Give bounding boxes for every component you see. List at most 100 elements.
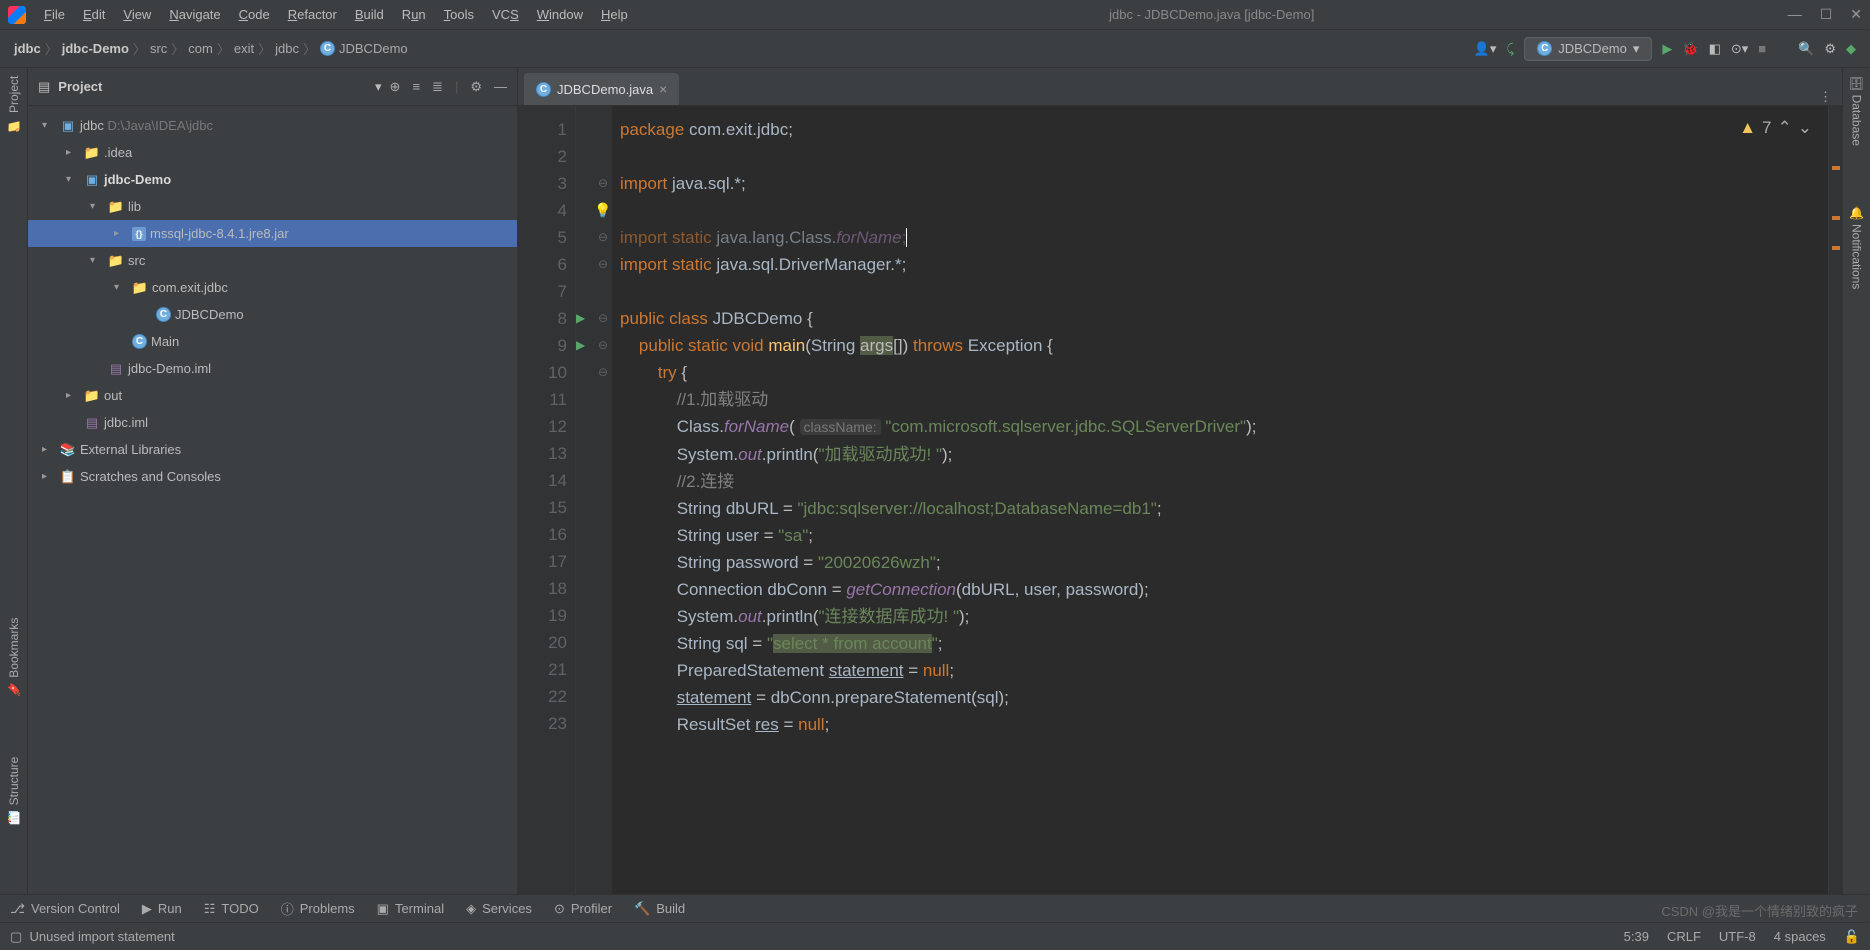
menu-refactor[interactable]: Refactor [280,4,345,25]
status-icon[interactable]: ▢ [10,929,22,945]
editor-area: C JDBCDemo.java × ⋮ 12345678910111213141… [518,68,1842,894]
tree-item[interactable]: C Main [28,328,517,355]
fold-column: ⊖💡⊖⊖ ⊖⊖⊖ [594,106,612,894]
project-tree[interactable]: ▾▣ jdbc D:\Java\IDEA\jdbc▸📁 .idea▾▣ jdbc… [28,106,517,894]
menu-navigate[interactable]: Navigate [161,4,228,25]
user-icon[interactable]: 👤▾ [1474,41,1497,57]
tree-item[interactable]: ▸📋 Scratches and Consoles [28,463,517,490]
tool-structure[interactable]: 📑 Structure [7,757,21,824]
menu-file[interactable]: File [36,4,73,25]
project-header: ▤ Project ▾ ⊕ ≡ ≣ | ⚙ — [28,68,517,106]
stop-button[interactable]: ■ [1758,41,1766,56]
build-icon[interactable]: ⤹ [1506,41,1514,57]
breadcrumb: jdbc〉 jdbc-Demo〉 src〉 com〉 exit〉 jdbc〉 C… [14,39,1474,58]
tree-item[interactable]: ▾▣ jdbc-Demo [28,166,517,193]
tree-item[interactable]: ▸📁 .idea [28,139,517,166]
tree-item[interactable]: C JDBCDemo [28,301,517,328]
menu-tools[interactable]: Tools [436,4,482,25]
tree-item[interactable]: ▾📁 com.exit.jdbc [28,274,517,301]
code-editor[interactable]: 1234567891011121314151617181920212223 ▶▶… [518,106,1842,894]
gutter-marks: ▶▶ [576,106,594,894]
close-button[interactable]: ✕ [1850,6,1862,23]
tool-profiler[interactable]: ⊙Profiler [554,901,612,917]
tree-item[interactable]: ▸{} mssql-jdbc-8.4.1.jre8.jar [28,220,517,247]
dropdown-icon[interactable]: ▾ [375,79,382,95]
tool-todo[interactable]: ☷TODO [204,901,259,917]
editor-tab[interactable]: C JDBCDemo.java × [524,73,679,105]
tool-build[interactable]: 🔨Build [634,901,685,917]
class-icon: C [320,41,335,56]
gear-icon[interactable]: ⚙ [470,79,482,95]
tool-problems[interactable]: ⓘProblems [281,899,355,918]
settings-icon[interactable]: ⚙ [1824,41,1836,57]
target-icon[interactable]: ⊕ [390,79,401,95]
status-lock-icon[interactable]: 🔓 [1844,929,1860,945]
tree-item[interactable]: ▤ jdbc-Demo.iml [28,355,517,382]
dropdown-icon: ▾ [1633,41,1640,57]
run-button[interactable]: ▶ [1662,41,1672,57]
tab-more-icon[interactable]: ⋮ [1819,89,1832,105]
tool-bookmarks[interactable]: 🔖 Bookmarks [7,618,21,697]
collapse-icon[interactable]: ≡ [412,79,420,95]
menu-help[interactable]: Help [593,4,636,25]
tab-label: JDBCDemo.java [557,82,653,97]
tool-vcs[interactable]: ⎇Version Control [10,901,120,917]
menu-code[interactable]: Code [231,4,278,25]
breadcrumb-item[interactable]: jdbc [275,41,299,56]
left-stripe: 📁 Project 🔖 Bookmarks 📑 Structure [0,68,28,894]
status-indent[interactable]: 4 spaces [1774,929,1826,945]
title-bar: File Edit View Navigate Code Refactor Bu… [0,0,1870,30]
tool-notifications[interactable]: 🔔 Notifications [1850,206,1864,289]
maximize-button[interactable]: ☐ [1820,6,1833,23]
tool-database[interactable]: 🗄 Database [1850,76,1864,146]
menu-view[interactable]: View [115,4,159,25]
breadcrumb-item[interactable]: jdbc-Demo [62,41,129,56]
tree-item[interactable]: ▾📁 lib [28,193,517,220]
tool-services[interactable]: ◈Services [466,901,532,917]
search-icon[interactable]: 🔍 [1798,41,1814,57]
tool-terminal[interactable]: ▣Terminal [377,901,444,917]
profile-button[interactable]: ⊙▾ [1731,41,1748,57]
status-position[interactable]: 5:39 [1624,929,1649,945]
breadcrumb-item[interactable]: com [188,41,213,56]
bottom-tools: ⎇Version Control ▶Run ☷TODO ⓘProblems ▣T… [0,894,1870,922]
class-icon: C [536,82,551,97]
tree-item[interactable]: ▤ jdbc.iml [28,409,517,436]
status-encoding[interactable]: UTF-8 [1719,929,1756,945]
run-config-selector[interactable]: C JDBCDemo ▾ [1524,37,1652,61]
code-content[interactable]: package com.exit.jdbc; import java.sql.*… [612,106,1828,894]
menu-vcs[interactable]: VCS [484,4,527,25]
tool-run[interactable]: ▶Run [142,901,182,917]
breadcrumb-item[interactable]: exit [234,41,254,56]
problems-badge[interactable]: ▲7 ⌃⌄ [1739,114,1812,141]
tree-item[interactable]: ▸📚 External Libraries [28,436,517,463]
tool-project[interactable]: 📁 Project [7,76,21,132]
debug-button[interactable]: 🐞 [1682,41,1698,57]
right-stripe: 🗄 Database 🔔 Notifications [1842,68,1870,894]
menu-build[interactable]: Build [347,4,392,25]
expand-icon[interactable]: ≣ [432,79,443,95]
line-gutter: 1234567891011121314151617181920212223 [518,106,576,894]
project-icon: ▤ [38,79,50,95]
window-title: jdbc - JDBCDemo.java [jdbc-Demo] [636,7,1788,22]
menu-edit[interactable]: Edit [75,4,113,25]
watermark: CSDN @我是一个情绪别致的疯子 [1661,901,1858,920]
editor-tabs: C JDBCDemo.java × ⋮ [518,68,1842,106]
ide-features-icon[interactable]: ◆ [1846,41,1856,57]
menu-window[interactable]: Window [529,4,591,25]
tree-item[interactable]: ▾📁 src [28,247,517,274]
breadcrumb-item[interactable]: jdbc [14,41,41,56]
close-tab-icon[interactable]: × [659,81,667,97]
main-area: 📁 Project 🔖 Bookmarks 📑 Structure ▤ Proj… [0,68,1870,894]
app-logo [8,6,26,24]
breadcrumb-item[interactable]: JDBCDemo [339,41,408,56]
tree-item[interactable]: ▾▣ jdbc D:\Java\IDEA\jdbc [28,112,517,139]
minimize-button[interactable]: — [1788,6,1802,23]
menu-run[interactable]: Run [394,4,434,25]
breadcrumb-item[interactable]: src [150,41,167,56]
coverage-button[interactable]: ◧ [1709,41,1721,57]
error-stripe[interactable] [1828,106,1842,894]
hide-icon[interactable]: — [494,79,507,95]
status-lineend[interactable]: CRLF [1667,929,1701,945]
tree-item[interactable]: ▸📁 out [28,382,517,409]
